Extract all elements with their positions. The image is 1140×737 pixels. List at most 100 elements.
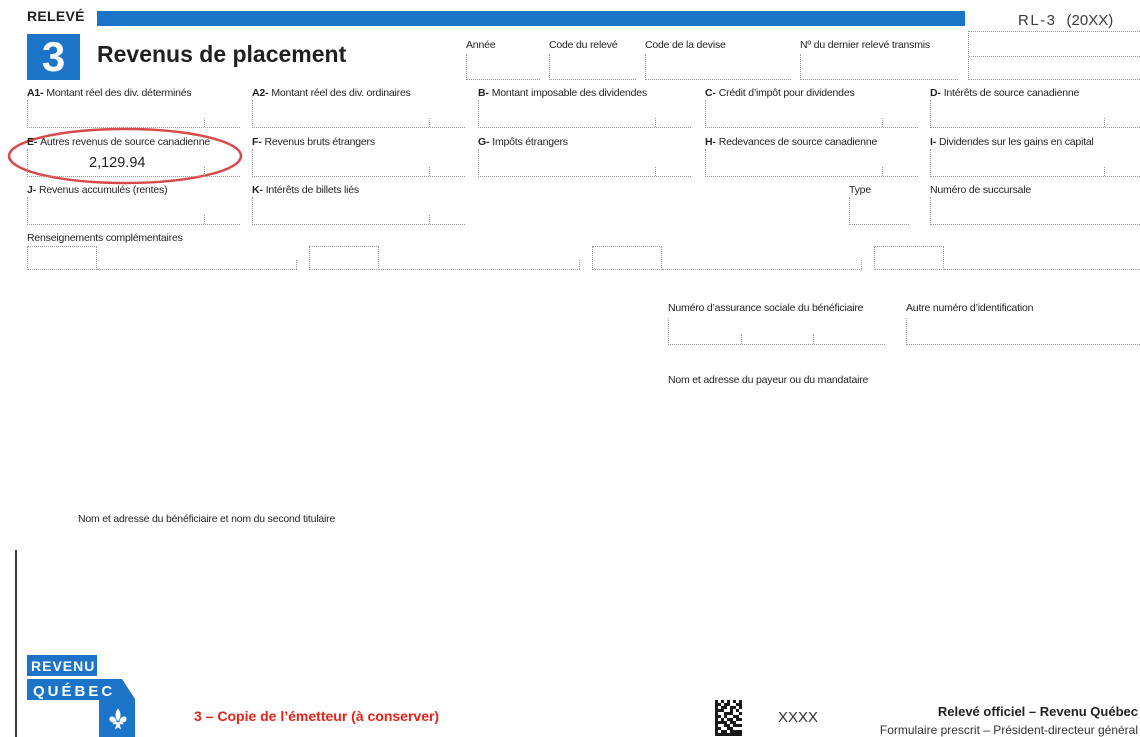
box-b-label: B- Montant imposable des dividendes — [478, 87, 691, 99]
box-a1: A1- Montant réel des div. déterminés — [27, 87, 240, 128]
box-f-label: F- Revenus bruts étrangers — [252, 136, 465, 148]
box-d-code: D- — [930, 87, 941, 99]
complementary-code-box-4 — [874, 246, 944, 270]
box-c-code: C- — [705, 87, 716, 99]
logo-revenu-text: REVENU — [31, 658, 95, 674]
box-i-amount — [930, 149, 1140, 177]
complementary-code-box-1 — [27, 246, 97, 270]
box-d-amount — [930, 100, 1140, 128]
box-d-label: D- Intérêts de source canadienne — [930, 87, 1140, 99]
box-c-amount — [705, 100, 918, 128]
box-e: E- Autres revenus de source canadienne 2,… — [27, 136, 240, 177]
box-k: K- Intérêts de billets liés — [252, 184, 465, 225]
box-g: G- Impôts étrangers — [478, 136, 691, 177]
cents-separator — [655, 118, 656, 127]
box-b-text: Montant imposable des dividendes — [491, 87, 647, 99]
other-id-field-box — [906, 318, 1140, 345]
box-a1-code: A1- — [27, 87, 44, 99]
form-number-badge: 3 — [27, 34, 80, 80]
prescribed-label: Formulaire prescrit – Président-directeu… — [879, 723, 1138, 737]
box-a1-text: Montant réel des div. déterminés — [46, 87, 192, 99]
sin-segment-divider — [813, 334, 814, 344]
last-releve-number-field-box — [800, 54, 958, 80]
box-a1-label: A1- Montant réel des div. déterminés — [27, 87, 240, 99]
box-e-amount: 2,129.94 — [27, 149, 240, 177]
payer-address-label: Nom et adresse du payeur ou du mandatair… — [668, 374, 869, 386]
complementary-amount-box-2 — [379, 246, 580, 270]
box-e-code: E- — [27, 136, 38, 148]
box-k-code: K- — [252, 184, 263, 196]
box-h-label: H- Redevances de source canadienne — [705, 136, 918, 148]
box-a2-text: Montant réel des div. ordinaires — [271, 87, 411, 99]
cents-separator — [882, 167, 883, 176]
form-year: (20XX) — [1066, 12, 1114, 29]
box-a1-amount — [27, 100, 240, 128]
box-k-label: K- Intérêts de billets liés — [252, 184, 465, 196]
complementary-info-label: Renseignements complémentaires — [27, 232, 183, 244]
type-field-box — [849, 197, 909, 225]
complementary-code-box-2 — [309, 246, 379, 270]
box-g-text: Impôts étrangers — [492, 136, 568, 148]
cents-separator — [296, 260, 297, 269]
box-j-label: J- Revenus accumulés (rentes) — [27, 184, 240, 196]
box-g-amount — [478, 149, 691, 177]
box-i-text: Dividendes sur les gains en capital — [939, 136, 1094, 148]
form-code-label: RL-3 — [1018, 12, 1057, 29]
complementary-amount-box-3 — [662, 246, 862, 270]
box-d-text: Intérêts de source canadienne — [943, 87, 1080, 99]
year-field: Année — [466, 39, 540, 80]
cents-separator — [655, 167, 656, 176]
left-margin-rule — [15, 550, 17, 737]
box-e-text: Autres revenus de source canadienne — [40, 136, 210, 148]
box-c-label: C- Crédit d’impôt pour dividendes — [705, 87, 918, 99]
cents-separator — [1104, 167, 1105, 176]
form-title: Revenus de placement — [97, 41, 347, 67]
header-blue-bar — [97, 11, 965, 26]
year-field-box — [466, 54, 540, 80]
sin-segment-divider — [741, 334, 742, 344]
other-id-label: Autre numéro d’identification — [906, 302, 1034, 314]
currency-code-field: Code de la devise — [645, 39, 791, 80]
top-right-field-box — [968, 31, 1140, 80]
box-a2-code: A2- — [252, 87, 269, 99]
cents-separator — [861, 260, 862, 269]
cents-separator — [1104, 118, 1105, 127]
box-g-label: G- Impôts étrangers — [478, 136, 691, 148]
box-a2-amount — [252, 100, 465, 128]
box-h-amount — [705, 149, 918, 177]
box-i-label: I- Dividendes sur les gains en capital — [930, 136, 1140, 148]
cents-separator — [204, 215, 205, 224]
box-b-code: B- — [478, 87, 489, 99]
releve-code-field-box — [549, 54, 636, 80]
box-f-code: F- — [252, 136, 262, 148]
branch-number-field-label: Numéro de succursale — [930, 184, 1032, 196]
sin-label: Numéro d’assurance sociale du bénéficiai… — [668, 302, 864, 314]
type-field-label: Type — [849, 184, 871, 196]
box-g-code: G- — [478, 136, 490, 148]
cents-separator — [429, 118, 430, 127]
barcode-text: XXXX — [778, 709, 819, 726]
box-k-amount — [252, 197, 465, 225]
box-b-amount — [478, 100, 691, 128]
form-code: RL-3 (20XX) — [1018, 12, 1113, 30]
revenu-quebec-logo: REVENU QUÉBEC — [27, 655, 135, 737]
branch-number-field-box — [930, 197, 1140, 225]
box-j: J- Revenus accumulés (rentes) — [27, 184, 240, 225]
box-i: I- Dividendes sur les gains en capital — [930, 136, 1140, 177]
complementary-amount-box-1 — [97, 246, 297, 270]
box-e-label: E- Autres revenus de source canadienne — [27, 136, 240, 148]
year-field-label: Année — [466, 39, 496, 51]
box-f-text: Revenus bruts étrangers — [264, 136, 376, 148]
sin-field-box — [668, 318, 885, 345]
branch-number-field: Numéro de succursale — [930, 184, 1140, 225]
issuer-copy-label: 3 – Copie de l’émetteur (à conserver) — [194, 708, 440, 724]
last-releve-number-field: Nº du dernier relevé transmis — [800, 39, 958, 80]
box-h-text: Redevances de source canadienne — [718, 136, 878, 148]
box-i-code: I- — [930, 136, 937, 148]
box-a2: A2- Montant réel des div. ordinaires — [252, 87, 465, 128]
complementary-code-box-3 — [592, 246, 662, 270]
cents-separator — [204, 167, 205, 176]
box-b: B- Montant imposable des dividendes — [478, 87, 691, 128]
box-j-text: Revenus accumulés (rentes) — [38, 184, 168, 196]
currency-code-field-label: Code de la devise — [645, 39, 726, 51]
